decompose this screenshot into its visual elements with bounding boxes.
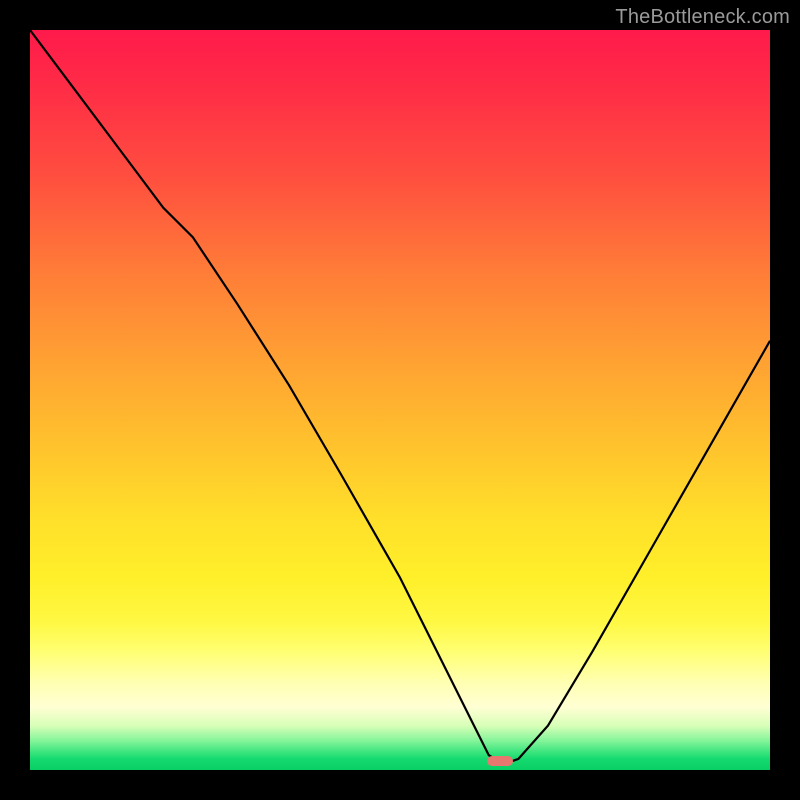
curve-path <box>30 30 770 764</box>
target-marker <box>487 756 513 766</box>
watermark-label: TheBottleneck.com <box>615 6 790 29</box>
bottleneck-curve <box>30 30 770 770</box>
chart-frame: TheBottleneck.com <box>0 0 800 800</box>
plot-area <box>30 30 770 770</box>
